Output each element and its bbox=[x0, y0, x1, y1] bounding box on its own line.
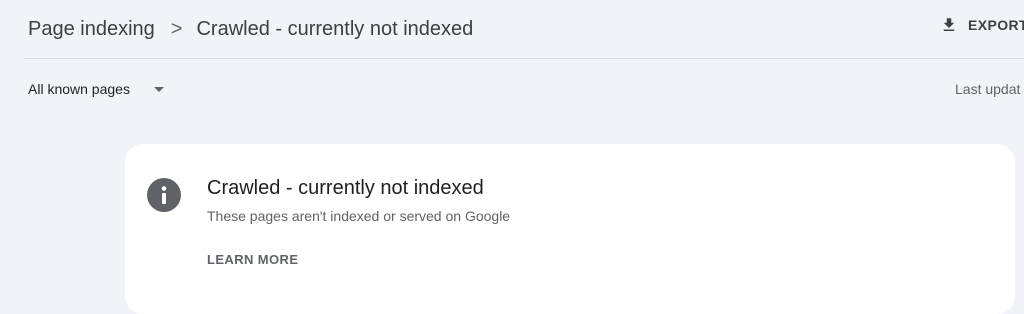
breadcrumb-page-indexing-link[interactable]: Page indexing bbox=[28, 16, 155, 42]
info-icon bbox=[147, 178, 181, 212]
learn-more-button[interactable]: LEARN MORE bbox=[207, 252, 298, 267]
breadcrumb-separator: > bbox=[170, 18, 183, 40]
page-title: Crawled - currently not indexed bbox=[196, 18, 474, 40]
card-subtitle: These pages aren't indexed or served on … bbox=[207, 208, 511, 224]
page-header: Page indexing > Crawled - currently not … bbox=[0, 0, 1024, 58]
export-label: EXPORT bbox=[968, 17, 1024, 33]
page-filter-dropdown[interactable]: All known pages bbox=[28, 81, 164, 97]
breadcrumb: Page indexing > Crawled - currently not … bbox=[28, 16, 473, 42]
export-button[interactable]: EXPORT bbox=[940, 16, 1024, 34]
filter-label: All known pages bbox=[28, 81, 130, 97]
dropdown-caret-icon bbox=[153, 86, 164, 92]
last-updated-text: Last updat bbox=[955, 81, 1021, 97]
header-divider bbox=[24, 58, 1024, 59]
issue-info-card: Crawled - currently not indexed These pa… bbox=[125, 144, 1015, 314]
card-title: Crawled - currently not indexed bbox=[207, 177, 484, 199]
download-icon bbox=[940, 16, 958, 34]
